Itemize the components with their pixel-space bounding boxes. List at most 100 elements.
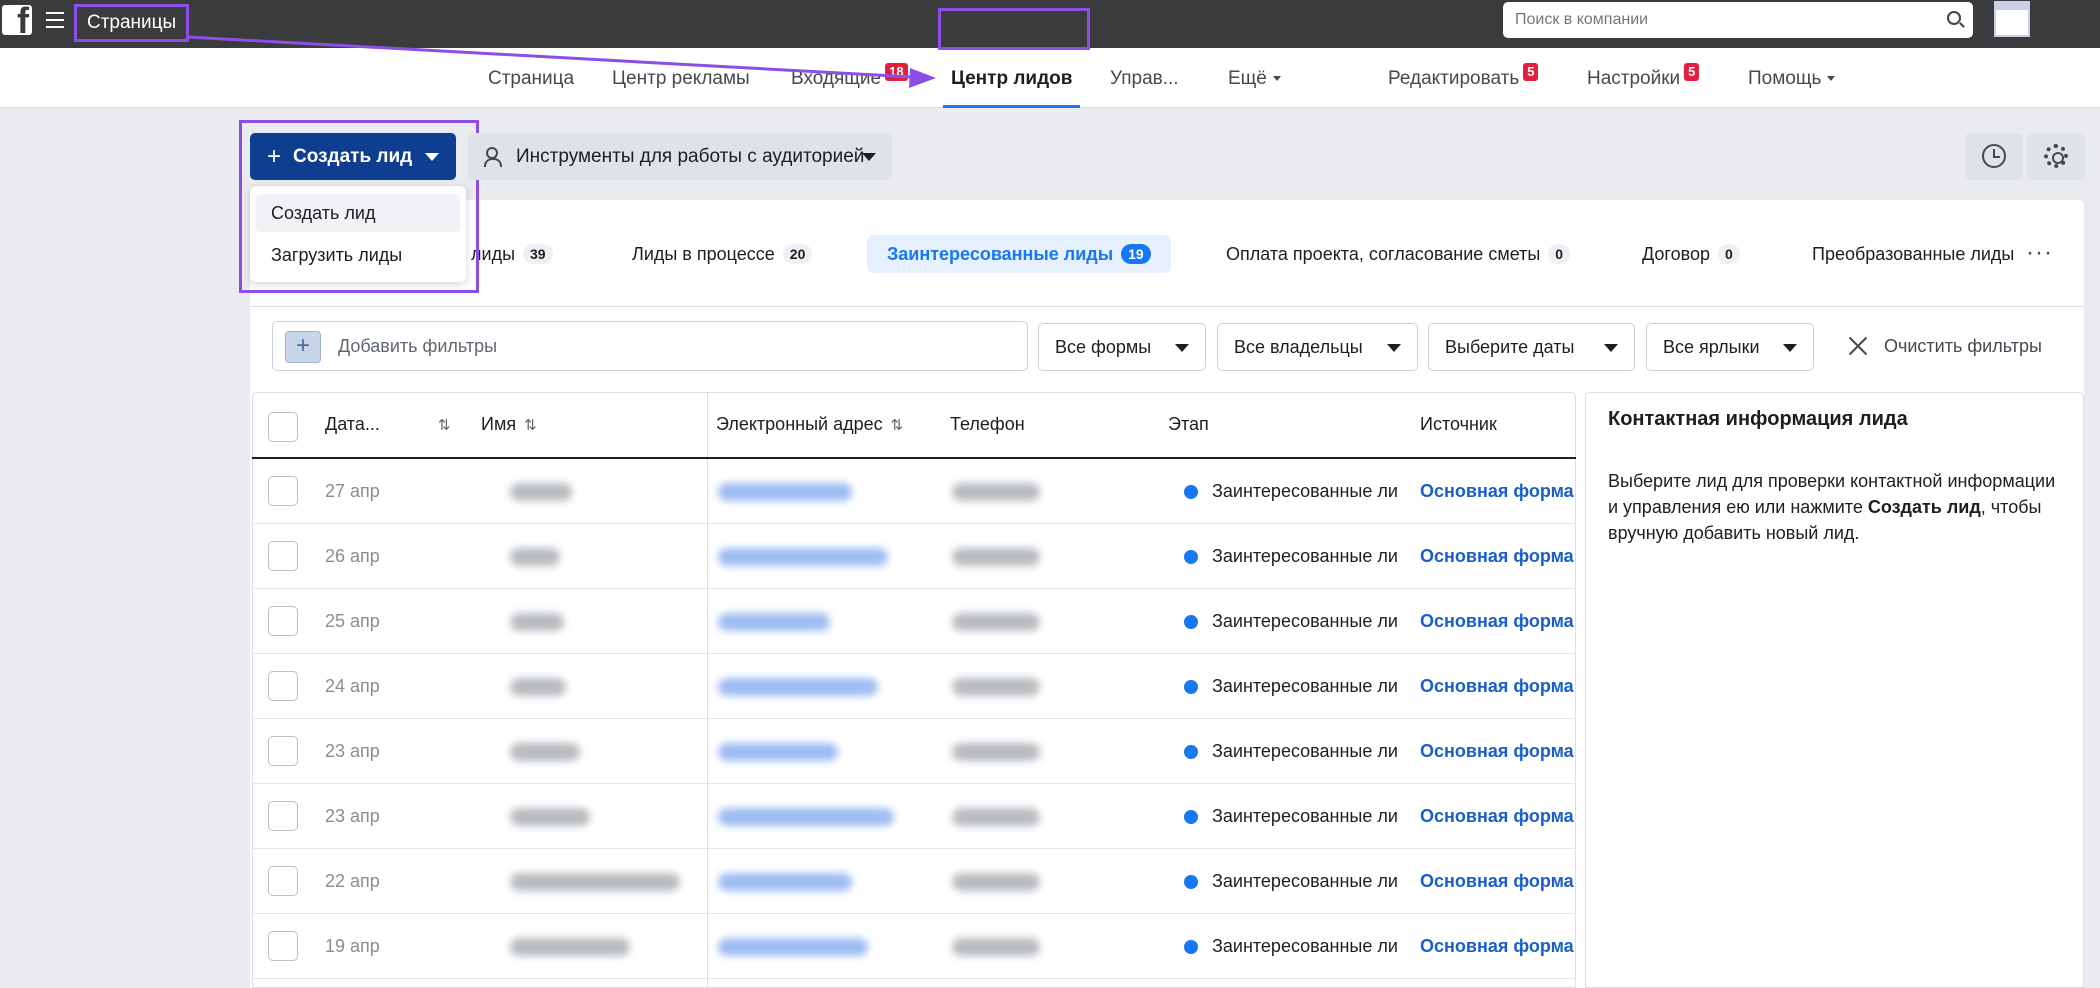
nav-item-label: Центр лидов <box>951 68 1073 89</box>
redacted-phone <box>952 873 1040 891</box>
nav-item-label: Страница <box>488 68 575 89</box>
redacted-email[interactable] <box>718 613 830 631</box>
company-search-input[interactable]: Поиск в компании <box>1503 2 1973 38</box>
column-header-email[interactable]: Электронный адрес ⇅ <box>716 392 903 457</box>
row-checkbox[interactable] <box>268 671 298 701</box>
redacted-phone <box>952 548 1040 566</box>
stage-label: Заинтересованные ли <box>1212 806 1398 826</box>
row-checkbox[interactable] <box>268 606 298 636</box>
table-row[interactable]: 27 апр Заинтересованные ли Основная форм… <box>252 459 1576 524</box>
tab-contract[interactable]: Договор 0 <box>1622 235 1760 273</box>
chevron-down-icon <box>862 153 876 161</box>
sort-icon[interactable]: ⇅ <box>524 417 537 434</box>
lead-source-link[interactable]: Основная форма <box>1420 719 1576 784</box>
table-row[interactable]: 25 апр Заинтересованные ли Основная форм… <box>252 589 1576 654</box>
tab-interested-leads[interactable]: Заинтересованные лиды 19 <box>867 235 1171 273</box>
table-row[interactable]: 22 апр Заинтересованные ли Основная форм… <box>252 849 1576 914</box>
table-row[interactable]: 26 апр Заинтересованные ли Основная форм… <box>252 524 1576 589</box>
nav-item-help[interactable]: Помощь <box>1748 48 1836 108</box>
nav-item-label: Управ... <box>1110 68 1179 89</box>
nav-item-more[interactable]: Ещё <box>1228 48 1281 108</box>
column-header-name[interactable]: Имя ⇅ <box>481 392 537 457</box>
chevron-down-icon <box>1175 344 1189 352</box>
table-row[interactable]: 23 апр Заинтересованные ли Основная форм… <box>252 784 1576 849</box>
clear-filters-button[interactable]: Очистить фильтры <box>1846 323 2042 371</box>
inbox-badge: 18 <box>885 63 908 81</box>
table-row[interactable]: 23 апр Заинтересованные ли Основная форм… <box>252 719 1576 784</box>
redacted-email[interactable] <box>718 678 878 696</box>
all-owners-dropdown[interactable]: Все владельцы <box>1217 323 1418 371</box>
facebook-logo-icon[interactable]: f <box>2 3 32 39</box>
column-header-stage[interactable]: Этап <box>1168 392 1209 457</box>
lead-source-link[interactable]: Основная форма <box>1420 849 1576 914</box>
tab-leads-in-progress[interactable]: Лиды в процессе 20 <box>612 235 832 273</box>
sort-icon[interactable]: ⇅ <box>891 417 904 434</box>
redacted-email[interactable] <box>718 483 852 501</box>
stage-status-dot <box>1184 940 1198 954</box>
clear-filters-label: Очистить фильтры <box>1884 336 2042 356</box>
stage-label: Заинтересованные ли <box>1212 936 1398 956</box>
menu-icon[interactable] <box>46 12 64 30</box>
lead-source-link[interactable]: Основная форма <box>1420 459 1576 524</box>
redacted-email[interactable] <box>718 873 852 891</box>
lead-source-link[interactable]: Основная форма <box>1420 914 1576 979</box>
nav-item-leads-center[interactable]: Центр лидов <box>951 48 1072 108</box>
close-icon <box>1846 334 1870 358</box>
redacted-email[interactable] <box>718 938 868 956</box>
nav-item-manage[interactable]: Управ... <box>1110 48 1179 108</box>
row-checkbox[interactable] <box>268 866 298 896</box>
column-header-date[interactable]: Дата... ⇅ <box>325 392 450 457</box>
row-checkbox[interactable] <box>268 476 298 506</box>
edit-badge: 5 <box>1523 63 1539 81</box>
gear-icon <box>2044 144 2068 168</box>
tab-count: 19 <box>1121 244 1151 264</box>
stage-label: Заинтересованные ли <box>1212 871 1398 891</box>
sort-icon[interactable]: ⇅ <box>438 417 451 434</box>
search-placeholder: Поиск в компании <box>1515 11 1649 28</box>
stage-status-dot <box>1184 875 1198 889</box>
tab-converted-leads[interactable]: Преобразованные лиды <box>1792 235 2022 273</box>
search-icon[interactable] <box>1947 11 1961 25</box>
all-forms-dropdown[interactable]: Все формы <box>1038 323 1206 371</box>
avatar[interactable] <box>1994 1 2030 37</box>
nav-item-inbox[interactable]: Входящие 18 <box>791 48 908 108</box>
lead-source-link[interactable]: Основная форма <box>1420 784 1576 849</box>
audience-tools-button[interactable]: Инструменты для работы с аудиторией <box>468 133 892 180</box>
leads-table: Дата... ⇅ Имя ⇅ Электронный адрес ⇅ Телефон… <box>252 392 1576 988</box>
nav-item-edit[interactable]: Редактировать 5 <box>1388 48 1539 108</box>
table-row[interactable]: 24 апр Заинтересованные ли Основная форм… <box>252 654 1576 719</box>
add-filter-plus-icon[interactable]: + <box>285 331 321 363</box>
redacted-email[interactable] <box>718 548 888 566</box>
more-tabs-icon[interactable]: ··· <box>2026 238 2053 268</box>
lead-source-link[interactable]: Основная форма <box>1420 524 1576 589</box>
all-labels-dropdown[interactable]: Все ярлыки <box>1646 323 1814 371</box>
divider <box>250 306 2084 307</box>
nav-item-label: Входящие <box>791 68 882 89</box>
redacted-email[interactable] <box>718 808 894 826</box>
tab-project-payment[interactable]: Оплата проекта, согласование сметы 0 <box>1206 235 1590 273</box>
reminders-button[interactable] <box>1965 133 2023 180</box>
dropdown-label: Все владельцы <box>1234 337 1363 357</box>
row-checkbox[interactable] <box>268 541 298 571</box>
table-row[interactable]: 19 апр Заинтересованные ли Основная форм… <box>252 914 1576 979</box>
redacted-name <box>510 873 680 891</box>
column-header-source[interactable]: Источник <box>1420 392 1497 457</box>
add-filters-input[interactable]: + Добавить фильтры <box>272 321 1028 371</box>
nav-item-page[interactable]: Страница <box>488 48 574 108</box>
column-header-phone[interactable]: Телефон <box>950 392 1025 457</box>
settings-badge: 5 <box>1684 63 1700 81</box>
select-all-checkbox[interactable] <box>268 412 298 442</box>
nav-item-settings[interactable]: Настройки 5 <box>1587 48 1700 108</box>
row-checkbox[interactable] <box>268 801 298 831</box>
lead-date: 23 апр <box>325 806 380 826</box>
redacted-email[interactable] <box>718 743 838 761</box>
settings-button[interactable] <box>2027 133 2085 180</box>
redacted-phone <box>952 808 1040 826</box>
nav-item-ads-center[interactable]: Центр рекламы <box>612 48 750 108</box>
lead-source-link[interactable]: Основная форма <box>1420 589 1576 654</box>
choose-dates-dropdown[interactable]: Выберите даты <box>1428 323 1635 371</box>
row-checkbox[interactable] <box>268 736 298 766</box>
pages-title[interactable]: Страницы <box>74 4 190 42</box>
lead-source-link[interactable]: Основная форма <box>1420 654 1576 719</box>
row-checkbox[interactable] <box>268 931 298 961</box>
